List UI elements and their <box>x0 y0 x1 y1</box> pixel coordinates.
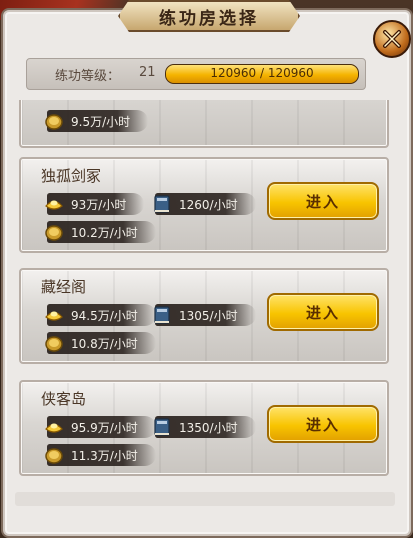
gold-rate-text: 94.5万/小时 <box>71 308 138 323</box>
gold-ingot-icon <box>45 200 63 210</box>
book-icon <box>154 306 170 324</box>
room-name: 侠客岛 <box>41 390 87 408</box>
room-card: 侠客岛 95.9万/小时 1350/小时 11.3万/小时 进入 <box>19 380 389 476</box>
level-progress-text: 120960 / 120960 <box>210 66 314 80</box>
level-value: 21 <box>139 65 156 80</box>
enter-button[interactable]: 进入 <box>267 182 379 220</box>
level-label: 练功等级： <box>55 69 121 84</box>
room-name: 藏经阁 <box>41 278 87 296</box>
coin-rate-text: 9.5万/小时 <box>71 114 131 129</box>
coin-rate-stat: 10.8万/小时 <box>45 332 156 354</box>
room-list[interactable]: 9.5万/小时 独孤剑冢 93万/小时 1260/小时 10.2万/小时 进入 … <box>15 100 395 490</box>
gold-rate-stat: 94.5万/小时 <box>45 304 156 326</box>
coin-icon <box>45 336 63 352</box>
training-level-bar: 练功等级： 21 120960 / 120960 <box>26 58 366 90</box>
enter-button-label: 进入 <box>305 192 340 211</box>
enter-button[interactable]: 进入 <box>267 293 379 331</box>
enter-button[interactable]: 进入 <box>267 405 379 443</box>
coin-rate-stat: 10.2万/小时 <box>45 221 156 243</box>
gold-rate-stat: 95.9万/小时 <box>45 416 156 438</box>
exp-rate-text: 1305/小时 <box>179 308 238 323</box>
gold-rate-stat: 93万/小时 <box>45 193 145 215</box>
coin-icon <box>45 225 63 241</box>
panel-footer <box>15 492 395 506</box>
enter-button-label: 进入 <box>305 415 340 434</box>
coin-rate-text: 10.2万/小时 <box>71 225 138 240</box>
coin-rate-stat: 11.3万/小时 <box>45 444 156 466</box>
room-card: 独孤剑冢 93万/小时 1260/小时 10.2万/小时 进入 <box>19 157 389 253</box>
room-name: 独孤剑冢 <box>41 167 102 185</box>
book-icon <box>154 195 170 213</box>
level-progress-bar: 120960 / 120960 <box>165 64 359 84</box>
room-card: 藏经阁 94.5万/小时 1305/小时 10.8万/小时 进入 <box>19 268 389 364</box>
coin-icon <box>45 114 63 130</box>
gold-rate-text: 93万/小时 <box>71 197 127 212</box>
coin-rate-text: 10.8万/小时 <box>71 336 138 351</box>
room-card: 9.5万/小时 <box>19 100 389 148</box>
title-plaque: 练功房选择 <box>118 0 300 32</box>
close-icon <box>383 30 401 48</box>
gold-rate-text: 95.9万/小时 <box>71 420 138 435</box>
enter-button-label: 进入 <box>305 303 340 322</box>
page-title: 练功房选择 <box>159 8 259 29</box>
coin-icon <box>45 448 63 464</box>
exp-rate-stat: 1305/小时 <box>154 304 256 326</box>
gold-ingot-icon <box>45 311 63 321</box>
exp-rate-text: 1260/小时 <box>179 197 238 212</box>
coin-rate-stat: 9.5万/小时 <box>45 110 149 132</box>
exp-rate-stat: 1260/小时 <box>154 193 256 215</box>
exp-rate-text: 1350/小时 <box>179 420 238 435</box>
exp-rate-stat: 1350/小时 <box>154 416 256 438</box>
gold-ingot-icon <box>45 423 63 433</box>
book-icon <box>154 418 170 436</box>
close-button[interactable] <box>373 20 411 58</box>
coin-rate-text: 11.3万/小时 <box>71 448 138 463</box>
